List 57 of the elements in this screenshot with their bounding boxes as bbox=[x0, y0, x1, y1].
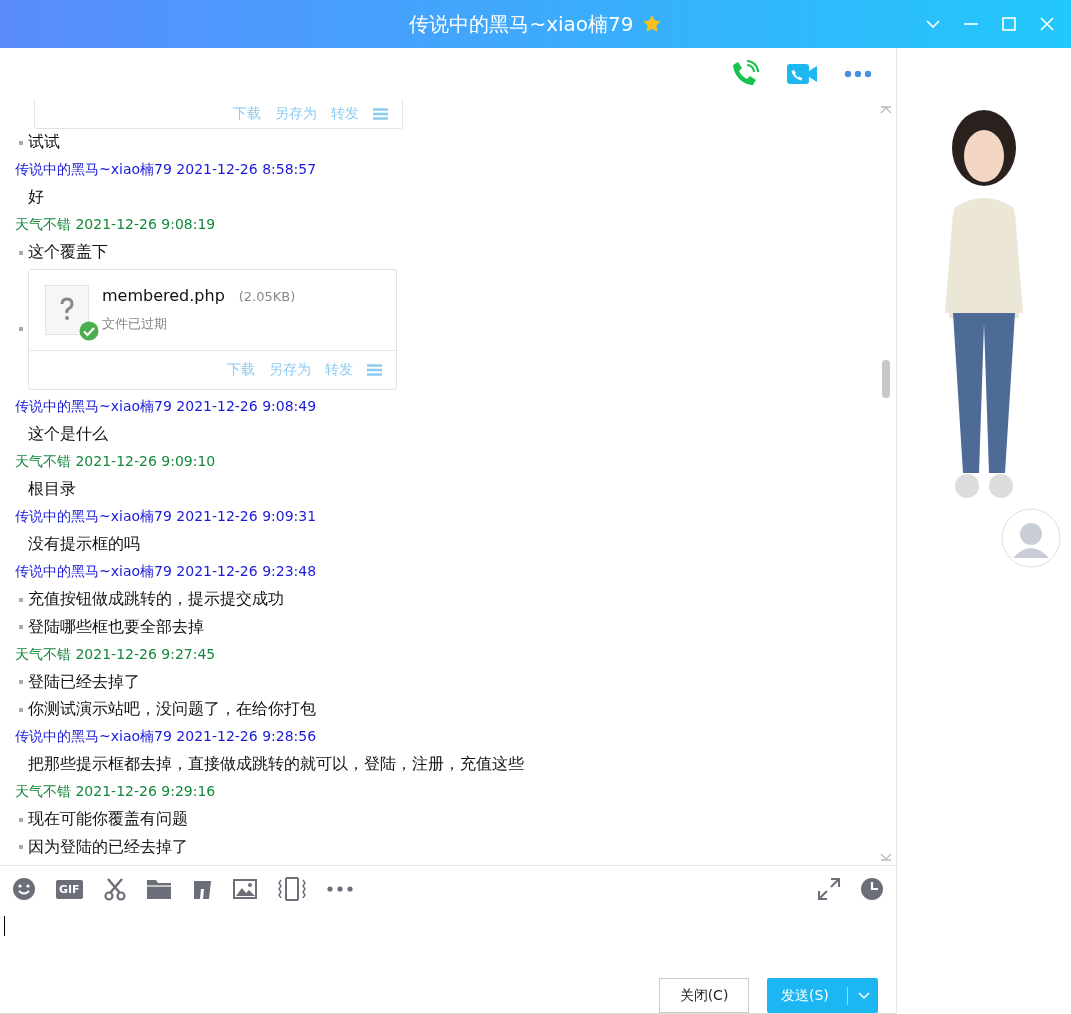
message-text: 登陆已经去掉了 bbox=[28, 671, 140, 693]
star-icon bbox=[641, 14, 662, 34]
unknown-file-icon bbox=[45, 284, 89, 335]
file-action-link[interactable]: 转发 bbox=[331, 105, 359, 123]
scroll-up-icon[interactable] bbox=[880, 106, 892, 114]
menu-icon[interactable] bbox=[367, 363, 382, 376]
message-text: 没有提示框的吗 bbox=[28, 534, 140, 556]
image-icon[interactable] bbox=[232, 879, 257, 899]
close-icon[interactable] bbox=[1039, 16, 1055, 32]
file-name: membered.php bbox=[102, 286, 225, 305]
sender-timestamp: 传说中的黑马~xiao楠79 2021-12-26 9:28:56 bbox=[14, 728, 317, 747]
emoji-icon[interactable] bbox=[12, 877, 36, 901]
sender-timestamp: 传说中的黑马~xiao楠79 2021-12-26 9:09:31 bbox=[14, 508, 317, 527]
file-status: 文件已过期 bbox=[102, 315, 168, 333]
sender-timestamp: 传说中的黑马~xiao楠79 2021-12-26 9:08:49 bbox=[14, 398, 317, 417]
more-icon[interactable] bbox=[844, 70, 872, 78]
message-text: 登陆哪些框也要全部去掉 bbox=[28, 616, 204, 638]
maximize-icon[interactable] bbox=[1001, 16, 1017, 32]
window-title: 传说中的黑马~xiao楠79 bbox=[409, 10, 634, 38]
file-action-link[interactable]: 下载 bbox=[227, 360, 255, 379]
check-icon bbox=[79, 320, 99, 341]
caret-icon[interactable] bbox=[858, 991, 870, 1000]
message-text: 因为登陆的已经去掉了 bbox=[28, 836, 188, 858]
message-text: 根目录 bbox=[28, 479, 76, 501]
expand-icon[interactable] bbox=[818, 878, 840, 900]
more-icon[interactable] bbox=[326, 886, 353, 892]
avatar-icon[interactable] bbox=[1001, 508, 1061, 568]
sender-timestamp: 传说中的黑马~xiao楠79 2021-12-26 9:23:48 bbox=[14, 563, 317, 582]
message-text: 这个是什么 bbox=[28, 424, 108, 446]
file-action-link[interactable]: 转发 bbox=[325, 360, 353, 379]
message-text: 好 bbox=[28, 187, 44, 209]
sender-timestamp: 传说中的黑马~xiao楠79 2021-12-26 8:58:57 bbox=[14, 161, 317, 180]
clock-icon[interactable] bbox=[860, 877, 884, 901]
sender-timestamp: 天气不错 2021-12-26 9:29:16 bbox=[14, 783, 216, 802]
file-action-link[interactable]: 另存为 bbox=[269, 360, 311, 379]
message-text: 试试 bbox=[28, 132, 60, 154]
scissors-icon[interactable] bbox=[102, 877, 127, 901]
sender-timestamp: 天气不错 2021-12-26 9:08:19 bbox=[14, 216, 216, 235]
sender-timestamp: 天气不错 2021-12-26 9:09:10 bbox=[14, 453, 216, 472]
message-text: 这个覆盖下 bbox=[28, 242, 108, 264]
vibrate-icon[interactable] bbox=[276, 877, 307, 901]
sender-timestamp: 天气不错 2021-12-26 9:27:45 bbox=[14, 645, 216, 664]
file-size: (2.05KB) bbox=[238, 289, 296, 304]
message-text: 充值按钮做成跳转的，提示提交成功 bbox=[28, 589, 284, 611]
menu-icon[interactable] bbox=[373, 108, 388, 120]
send-button[interactable]: 发送(S) bbox=[767, 978, 878, 1013]
video-call-icon[interactable] bbox=[786, 61, 818, 87]
gif-button[interactable]: GIF bbox=[56, 879, 83, 899]
file-action-link[interactable]: 另存为 bbox=[275, 105, 317, 123]
close-button[interactable]: 关闭(C) bbox=[659, 978, 749, 1013]
folder-icon[interactable] bbox=[146, 879, 171, 899]
message-text: 把那些提示框都去掉，直接做成跳转的就可以，登陆，注册，充值这些 bbox=[28, 754, 524, 776]
message-text: 现在可能你覆盖有问题 bbox=[28, 809, 188, 831]
scroll-down-icon[interactable] bbox=[880, 853, 892, 861]
message-text: 你测试演示站吧，没问题了，在给你打包 bbox=[28, 699, 316, 721]
scrollbar-thumb[interactable] bbox=[882, 359, 890, 398]
file-action-link[interactable]: 下载 bbox=[233, 105, 261, 123]
